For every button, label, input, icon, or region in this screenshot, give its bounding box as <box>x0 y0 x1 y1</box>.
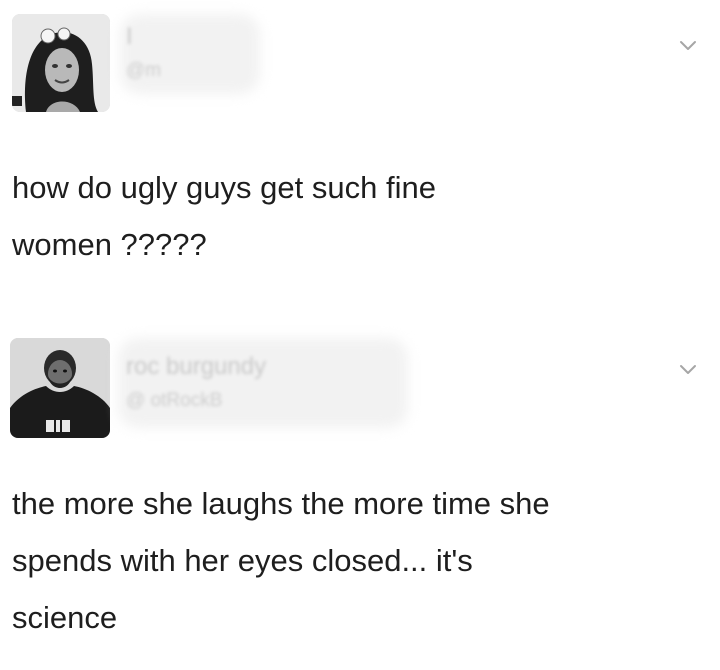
tweet-card: I @m how do ugly guys get such fine wome… <box>0 0 720 320</box>
author-block[interactable]: roc burgundy @ otRockB <box>126 352 266 414</box>
avatar[interactable] <box>12 14 110 112</box>
chevron-down-icon[interactable] <box>678 360 698 380</box>
tweet-text-line: how do ugly guys get such fine <box>12 170 436 205</box>
display-name[interactable]: I <box>126 22 161 52</box>
tweet-card: roc burgundy @ otRockB the more she laug… <box>0 320 720 670</box>
tweet-text: how do ugly guys get such fine women ???… <box>12 159 700 273</box>
tweet-text-line: science <box>12 600 118 635</box>
display-name[interactable]: roc burgundy <box>126 352 266 382</box>
avatar[interactable] <box>10 338 110 438</box>
tweet-text-line: the more she laughs the more time she <box>12 486 550 521</box>
avatar-photo <box>10 338 110 438</box>
user-handle[interactable]: @m <box>126 58 161 84</box>
user-handle[interactable]: @ otRockB <box>126 388 266 414</box>
author-block[interactable]: I @m <box>126 22 161 84</box>
avatar-photo <box>12 14 110 112</box>
tweet-text-line: women ????? <box>12 227 207 262</box>
chevron-down-icon[interactable] <box>678 36 698 56</box>
tweet-text: the more she laughs the more time she sp… <box>12 475 700 646</box>
tweet-text-line: spends with her eyes closed... it's <box>12 543 473 578</box>
